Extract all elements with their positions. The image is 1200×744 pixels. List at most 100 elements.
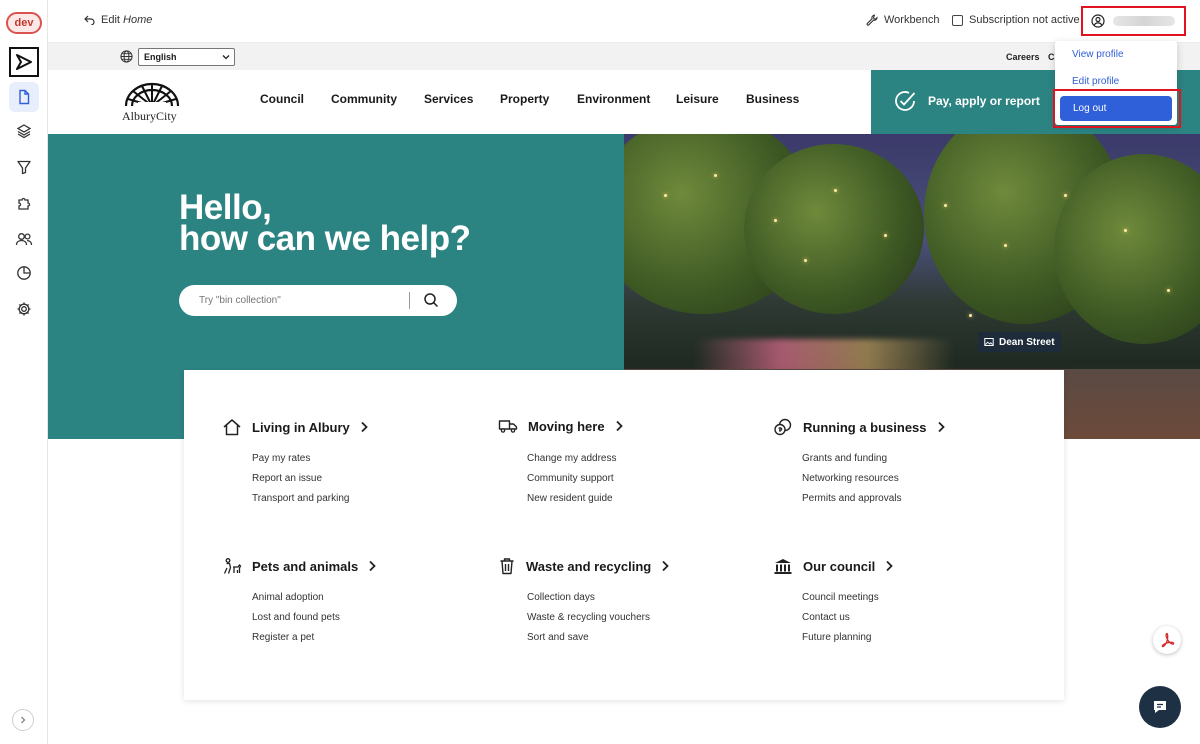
photo-light (834, 189, 837, 192)
play-logo-icon[interactable] (9, 47, 39, 77)
group-heading-living[interactable]: Living in Albury (222, 418, 368, 436)
site-search (179, 285, 457, 316)
view-profile-link[interactable]: View profile (1072, 49, 1124, 60)
pay-apply-report-label: Pay, apply or report (928, 94, 1040, 108)
group-title: Living in Albury (252, 419, 350, 435)
pie-chart-icon[interactable] (9, 258, 39, 288)
group-link[interactable]: Report an issue (252, 473, 322, 484)
gear-icon[interactable] (9, 294, 39, 324)
group-link[interactable]: New resident guide (527, 493, 613, 504)
logout-button[interactable]: Log out (1060, 96, 1172, 121)
group-title: Running a business (803, 419, 927, 435)
photo-light (1064, 194, 1067, 197)
chat-button[interactable] (1139, 686, 1181, 728)
language-select[interactable]: English (138, 48, 235, 66)
group-link[interactable]: Future planning (802, 632, 872, 643)
group-title: Pets and animals (252, 558, 359, 574)
logout-highlight: Log out (1053, 89, 1181, 128)
nav-property[interactable]: Property (500, 92, 549, 106)
user-account-button[interactable] (1081, 6, 1186, 36)
group-link[interactable]: Contact us (802, 612, 850, 623)
sunburst-logo-icon (124, 82, 180, 107)
utility-link-truncated[interactable]: C (1048, 52, 1055, 62)
group-title: Moving here (528, 418, 605, 434)
group-link[interactable]: Animal adoption (252, 592, 324, 603)
pdf-icon (1161, 632, 1175, 648)
edit-profile-link[interactable]: Edit profile (1072, 76, 1119, 87)
nav-business[interactable]: Business (746, 92, 799, 106)
photo-caption-badge: Dean Street (978, 332, 1061, 352)
group-heading-council[interactable]: Our council (773, 557, 894, 575)
site-utility-bar: English Careers C (48, 43, 1200, 70)
nav-environment[interactable]: Environment (577, 92, 650, 106)
chevron-right-icon (886, 560, 894, 572)
chevron-right-icon (662, 560, 670, 572)
group-link[interactable]: Collection days (527, 592, 595, 603)
environment-badge: dev (6, 12, 42, 34)
photo-light (1004, 244, 1007, 247)
group-link[interactable]: Lost and found pets (252, 612, 340, 623)
quick-links-card: Living in Albury Pay my rates Report an … (184, 370, 1064, 700)
group-heading-waste[interactable]: Waste and recycling (498, 557, 670, 575)
user-circle-icon (1091, 14, 1105, 28)
subscription-checkbox[interactable] (952, 14, 963, 26)
group-title: Our council (803, 558, 876, 574)
search-input[interactable] (199, 291, 399, 310)
edit-page-name: Home (123, 14, 153, 26)
pdf-download-button[interactable] (1153, 626, 1181, 654)
group-link[interactable]: Change my address (527, 453, 617, 464)
photo-light (1167, 289, 1170, 292)
layers-icon[interactable] (9, 116, 39, 146)
subscription-label: Subscription not active (969, 14, 1080, 26)
chevron-right-icon (937, 421, 945, 433)
house-icon (223, 419, 241, 436)
edit-page-link[interactable]: Edit Home (84, 14, 152, 26)
puzzle-icon[interactable] (9, 188, 39, 218)
funnel-icon[interactable] (9, 152, 39, 182)
group-link[interactable]: Grants and funding (802, 453, 887, 464)
nav-community[interactable]: Community (331, 92, 397, 106)
expand-sidebar-button[interactable] (12, 709, 34, 731)
search-icon[interactable] (423, 292, 439, 308)
user-name-redacted (1113, 16, 1175, 26)
cms-sidebar: dev (0, 0, 48, 744)
group-title: Waste and recycling (526, 558, 652, 574)
undo-arrow-icon (84, 15, 95, 25)
group-link[interactable]: Networking resources (802, 473, 899, 484)
careers-link[interactable]: Careers (1006, 52, 1040, 62)
logo-text: AlburyCity (122, 109, 177, 123)
chevron-right-icon (361, 421, 368, 433)
wrench-icon (866, 14, 878, 26)
group-heading-pets[interactable]: Pets and animals (222, 557, 376, 575)
truck-icon (498, 420, 518, 433)
group-link[interactable]: Waste & recycling vouchers (527, 612, 650, 623)
group-link[interactable]: Sort and save (527, 632, 589, 643)
users-icon[interactable] (9, 224, 39, 254)
language-value: English (144, 52, 177, 62)
group-heading-business[interactable]: Running a business (773, 418, 945, 436)
group-link[interactable]: Community support (527, 473, 614, 484)
document-icon[interactable] (9, 82, 39, 112)
group-link[interactable]: Pay my rates (252, 453, 310, 464)
site-header: AlburyCity Council Community Services Pr… (48, 70, 1200, 134)
nav-leisure[interactable]: Leisure (676, 92, 719, 106)
chevron-down-icon (222, 55, 230, 60)
workbench-button[interactable]: Workbench (866, 14, 939, 26)
photo-light (944, 204, 947, 207)
group-link[interactable]: Register a pet (252, 632, 314, 643)
chat-bubble-icon (1154, 701, 1166, 713)
edit-prefix: Edit (101, 14, 120, 26)
group-link[interactable]: Transport and parking (252, 493, 349, 504)
nav-council[interactable]: Council (260, 92, 304, 106)
search-divider (409, 292, 410, 309)
group-heading-moving[interactable]: Moving here (498, 418, 623, 434)
nav-services[interactable]: Services (424, 92, 473, 106)
coins-icon (774, 418, 792, 436)
pet-icon (223, 558, 242, 574)
chevron-right-icon (615, 420, 623, 432)
cms-topbar: Edit Home Workbench Subscription not act… (48, 0, 1200, 43)
chevron-right-icon (369, 560, 376, 572)
subscription-toggle[interactable]: Subscription not active (952, 14, 1080, 26)
group-link[interactable]: Permits and approvals (802, 493, 902, 504)
group-link[interactable]: Council meetings (802, 592, 879, 603)
